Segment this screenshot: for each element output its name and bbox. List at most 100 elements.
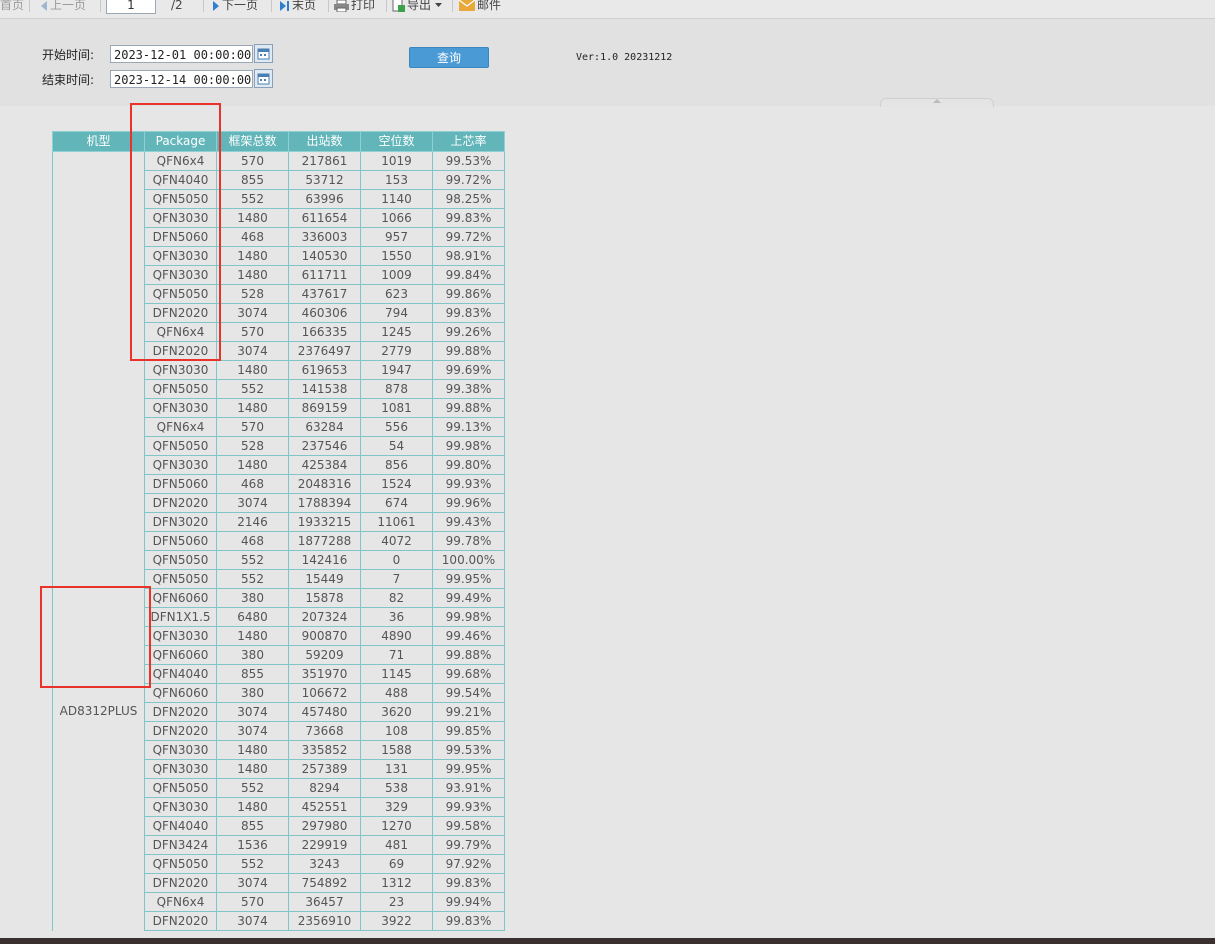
output-count-cell: 335852	[288, 740, 361, 760]
die-rate-cell: 99.72%	[432, 170, 505, 190]
toolbar-divider	[386, 0, 387, 12]
frame-total-cell: 552	[216, 569, 289, 589]
die-rate-cell: 99.26%	[432, 322, 505, 342]
output-count-cell: 36457	[288, 892, 361, 912]
die-rate-cell: 99.98%	[432, 607, 505, 627]
frame-total-cell: 3074	[216, 911, 289, 931]
empty-count-cell: 108	[360, 721, 433, 741]
empty-count-cell: 0	[360, 550, 433, 570]
output-count-cell: 1788394	[288, 493, 361, 513]
die-rate-cell: 99.83%	[432, 208, 505, 228]
package-cell: DFN5060	[144, 531, 217, 551]
output-count-cell: 237546	[288, 436, 361, 456]
package-cell: DFN2020	[144, 873, 217, 893]
empty-count-cell: 7	[360, 569, 433, 589]
empty-count-cell: 1140	[360, 189, 433, 209]
next-page-button[interactable]: 下一页	[212, 0, 258, 14]
header-frame-total[interactable]: 框架总数	[216, 131, 289, 152]
start-time-label: 开始时间:	[42, 48, 95, 62]
start-time-input[interactable]: 2023-12-01 00:00:00	[110, 45, 253, 63]
empty-count-cell: 1066	[360, 208, 433, 228]
frame-total-cell: 468	[216, 531, 289, 551]
printer-icon	[334, 0, 349, 12]
frame-total-cell: 1480	[216, 208, 289, 228]
annotation-box-model	[40, 586, 151, 688]
collapse-arrow-icon	[933, 99, 941, 103]
empty-count-cell: 1245	[360, 322, 433, 342]
header-die-rate[interactable]: 上芯率	[432, 131, 505, 152]
die-rate-cell: 99.49%	[432, 588, 505, 608]
empty-count-cell: 23	[360, 892, 433, 912]
output-count-cell: 2048316	[288, 474, 361, 494]
frame-total-cell: 1536	[216, 835, 289, 855]
package-cell: DFN2020	[144, 721, 217, 741]
package-cell: QFN6x4	[144, 417, 217, 437]
package-cell: QFN5050	[144, 778, 217, 798]
frame-total-cell: 1480	[216, 360, 289, 380]
table-row[interactable]: AD8312PLUS QFN6x4 570 217861 1019 99.53%	[52, 151, 505, 931]
empty-count-cell: 878	[360, 379, 433, 399]
empty-count-cell: 131	[360, 759, 433, 779]
last-page-button[interactable]: 末页	[279, 0, 316, 14]
output-count-cell: 166335	[288, 322, 361, 342]
query-button[interactable]: 查询	[409, 47, 489, 68]
toolbar-divider	[452, 0, 453, 12]
frame-total-cell: 1480	[216, 398, 289, 418]
output-count-cell: 59209	[288, 645, 361, 665]
empty-count-cell: 1947	[360, 360, 433, 380]
toolbar-divider	[328, 0, 329, 12]
output-count-cell: 2356910	[288, 911, 361, 931]
mail-label: 邮件	[477, 0, 502, 12]
prev-page-button[interactable]: 上一页	[40, 0, 86, 14]
header-output-count[interactable]: 出站数	[288, 131, 361, 152]
empty-count-cell: 2779	[360, 341, 433, 361]
empty-count-cell: 3922	[360, 911, 433, 931]
package-cell: QFN5050	[144, 550, 217, 570]
next-arrow-icon	[213, 0, 219, 11]
die-rate-cell: 97.92%	[432, 854, 505, 874]
report-table: 机型 Package 框架总数 出站数 空位数 上芯率 AD8312PLUS QF…	[52, 131, 505, 931]
end-calendar-button[interactable]	[254, 69, 273, 88]
frame-total-cell: 380	[216, 645, 289, 665]
frame-total-cell: 552	[216, 778, 289, 798]
table-body: AD8312PLUS QFN6x4 570 217861 1019 99.53% QFN40…	[52, 151, 505, 931]
empty-count-cell: 1145	[360, 664, 433, 684]
frame-total-cell: 3074	[216, 303, 289, 323]
empty-count-cell: 538	[360, 778, 433, 798]
print-button[interactable]: 打印	[334, 0, 375, 14]
empty-count-cell: 856	[360, 455, 433, 475]
chevron-down-icon	[434, 3, 442, 7]
package-cell: QFN5050	[144, 436, 217, 456]
page-number-input[interactable]	[106, 0, 156, 14]
package-cell: QFN3030	[144, 740, 217, 760]
end-time-input[interactable]: 2023-12-14 00:00:00	[110, 70, 253, 88]
frame-total-cell: 3074	[216, 702, 289, 722]
die-rate-cell: 99.46%	[432, 626, 505, 646]
die-rate-cell: 99.88%	[432, 645, 505, 665]
frame-total-cell: 1480	[216, 455, 289, 475]
mail-button[interactable]: 邮件	[459, 0, 501, 14]
total-pages: /2	[171, 0, 183, 12]
empty-count-cell: 957	[360, 227, 433, 247]
empty-count-cell: 36	[360, 607, 433, 627]
start-calendar-button[interactable]	[254, 44, 273, 63]
package-cell: QFN3030	[144, 797, 217, 817]
output-count-cell: 754892	[288, 873, 361, 893]
export-icon	[392, 0, 405, 12]
die-rate-cell: 99.83%	[432, 303, 505, 323]
collapse-panel-tab[interactable]	[880, 98, 994, 107]
first-page-button[interactable]: 首页	[0, 0, 24, 14]
die-rate-cell: 99.43%	[432, 512, 505, 532]
empty-count-cell: 71	[360, 645, 433, 665]
annotation-box-package	[130, 103, 221, 361]
export-button[interactable]: 导出	[392, 0, 444, 14]
empty-count-cell: 329	[360, 797, 433, 817]
package-cell: DFN2020	[144, 702, 217, 722]
output-count-cell: 425384	[288, 455, 361, 475]
die-rate-cell: 100.00%	[432, 550, 505, 570]
package-cell: DFN2020	[144, 911, 217, 931]
pagination-toolbar: 首页 上一页 /2 下一页 末页 打印 导出 邮件	[0, 0, 1215, 19]
toolbar-divider	[271, 0, 272, 12]
header-empty-count[interactable]: 空位数	[360, 131, 433, 152]
output-count-cell: 460306	[288, 303, 361, 323]
